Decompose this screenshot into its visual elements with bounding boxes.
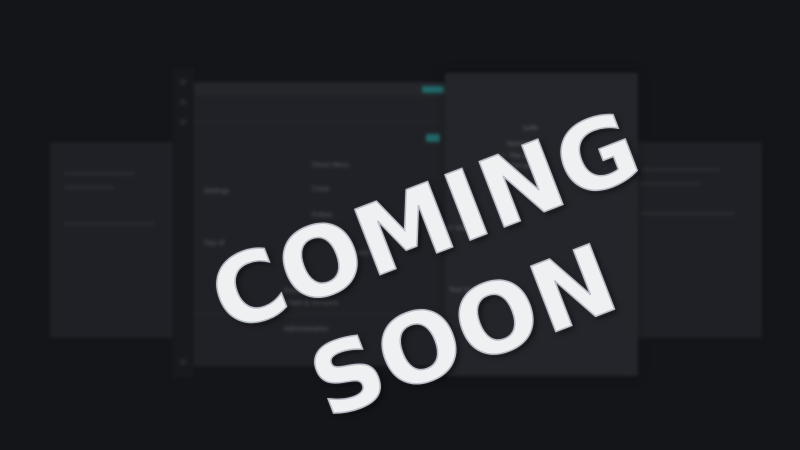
dim-overlay [0, 0, 800, 450]
